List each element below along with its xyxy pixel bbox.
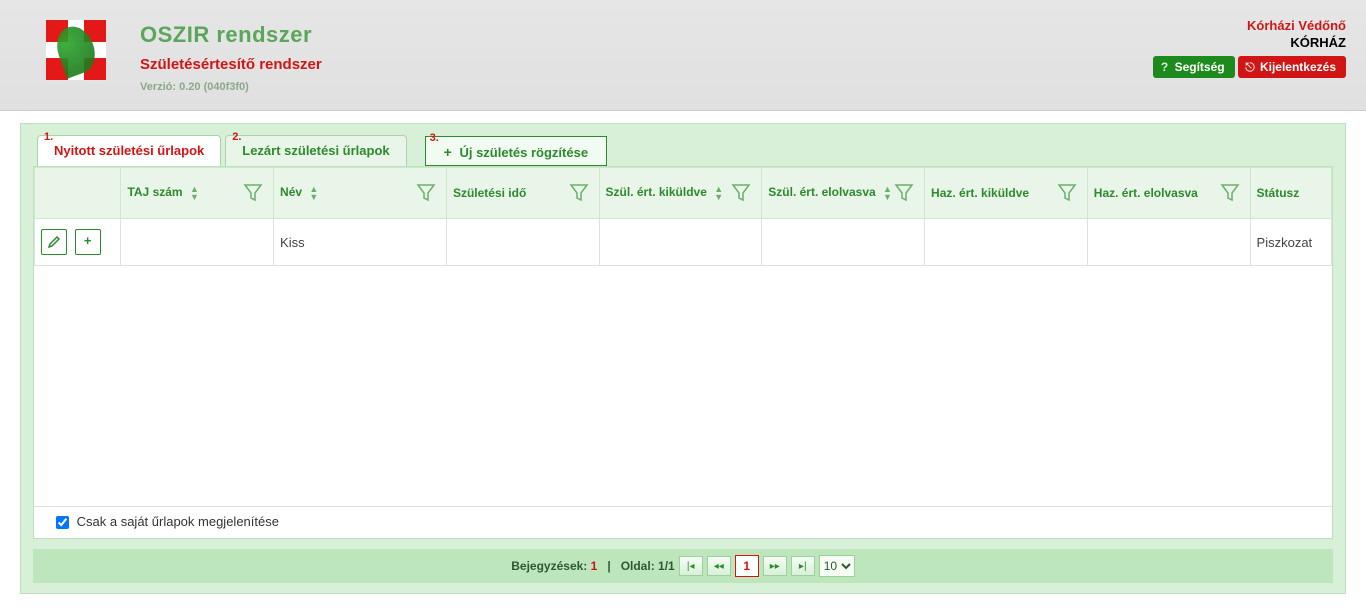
- logout-button[interactable]: ⎋Kijelentkezés: [1238, 56, 1346, 78]
- tab-open-forms[interactable]: 1. Nyitott születési űrlapok: [37, 135, 221, 166]
- app-subtitle: Születésértesítő rendszer: [140, 56, 322, 73]
- cell-szido: [446, 219, 599, 266]
- col-status-header: Státusz: [1250, 168, 1331, 219]
- pager-pagesize-select[interactable]: 10: [819, 555, 855, 577]
- user-place: KÓRHÁZ: [1153, 35, 1346, 50]
- add-row-button[interactable]: +: [75, 229, 101, 255]
- own-forms-checkbox[interactable]: [56, 516, 69, 529]
- app-title: OSZIR rendszer: [140, 22, 322, 48]
- entries-label: Bejegyzések: 1: [511, 559, 597, 573]
- new-birth-label: Új születés rögzítése: [459, 145, 588, 160]
- cell-nev: Kiss: [274, 219, 447, 266]
- table-row[interactable]: + Kiss Piszkozat: [35, 219, 1332, 266]
- col-taj-header[interactable]: TAJ szám ▲▼: [121, 168, 274, 219]
- filter-icon[interactable]: [731, 182, 751, 204]
- new-birth-number: 3.: [430, 123, 439, 153]
- cell-szo: [762, 219, 925, 266]
- tab-open-number: 1.: [44, 122, 53, 152]
- sort-icon[interactable]: ▲▼: [883, 185, 892, 201]
- pager: Bejegyzések: 1 | Oldal: 1/1 |◂ ◂◂ 1 ▸▸ ▸…: [33, 549, 1333, 583]
- cell-taj: [121, 219, 274, 266]
- pager-current-page[interactable]: 1: [735, 555, 759, 577]
- pager-first-button[interactable]: |◂: [679, 556, 703, 576]
- own-forms-text: Csak a saját űrlapok megjelenítése: [77, 514, 279, 529]
- edit-button[interactable]: [41, 229, 67, 255]
- own-forms-row: Csak a saját űrlapok megjelenítése: [34, 506, 1332, 538]
- sort-icon[interactable]: ▲▼: [714, 185, 723, 201]
- plus-icon: +: [444, 144, 456, 160]
- sort-icon[interactable]: ▲▼: [190, 185, 199, 201]
- sort-icon[interactable]: ▲▼: [309, 185, 318, 201]
- filter-icon[interactable]: [416, 182, 436, 204]
- col-hk-header[interactable]: Haz. ért. kiküldve: [925, 168, 1088, 219]
- filter-icon[interactable]: [1057, 182, 1077, 204]
- filter-icon[interactable]: [569, 182, 589, 204]
- tab-closed-number: 2.: [232, 122, 241, 152]
- filter-icon[interactable]: [1220, 182, 1240, 204]
- cell-ho: [1087, 219, 1250, 266]
- app-logo: [36, 20, 116, 94]
- cell-status: Piszkozat: [1250, 219, 1331, 266]
- page-label: Oldal: 1/1: [621, 559, 675, 573]
- col-szido-header[interactable]: Születési idő: [446, 168, 599, 219]
- data-table: TAJ szám ▲▼ Név ▲▼ Szüle: [34, 167, 1332, 266]
- logout-icon: ⎋: [1244, 56, 1256, 78]
- tab-closed-label: Lezárt születési űrlapok: [242, 143, 389, 158]
- tab-strip: 1. Nyitott születési űrlapok 2. Lezárt s…: [33, 124, 1333, 166]
- cell-szk: [599, 219, 762, 266]
- col-szo-header[interactable]: Szül. ért. elolvasva ▲▼: [762, 168, 925, 219]
- table-empty-area: [34, 266, 1332, 506]
- pager-last-button[interactable]: ▸|: [791, 556, 815, 576]
- filter-icon[interactable]: [243, 182, 263, 204]
- tab-closed-forms[interactable]: 2. Lezárt születési űrlapok: [225, 135, 406, 166]
- version-label: Verzió: 0.20 (040f3f0): [140, 81, 322, 93]
- pager-next-button[interactable]: ▸▸: [763, 556, 787, 576]
- tab-open-label: Nyitott születési űrlapok: [54, 143, 204, 158]
- col-szk-header[interactable]: Szül. ért. kiküldve ▲▼: [599, 168, 762, 219]
- new-birth-button[interactable]: 3. + Új születés rögzítése: [425, 136, 607, 166]
- main-panel: 1. Nyitott születési űrlapok 2. Lezárt s…: [20, 123, 1346, 594]
- filter-icon[interactable]: [894, 182, 914, 204]
- top-bar: OSZIR rendszer Születésértesítő rendszer…: [0, 0, 1366, 111]
- col-ho-header[interactable]: Haz. ért. elolvasva: [1087, 168, 1250, 219]
- cell-hk: [925, 219, 1088, 266]
- col-nev-header[interactable]: Név ▲▼: [274, 168, 447, 219]
- question-icon: ?: [1159, 56, 1171, 78]
- help-button[interactable]: ?Segítség: [1153, 56, 1235, 78]
- table-header-row: TAJ szám ▲▼ Név ▲▼ Szüle: [35, 168, 1332, 219]
- own-forms-label[interactable]: Csak a saját űrlapok megjelenítése: [52, 514, 279, 529]
- table-zone: TAJ szám ▲▼ Név ▲▼ Szüle: [33, 166, 1333, 539]
- user-role: Kórházi Védőnő: [1153, 18, 1346, 33]
- row-actions: +: [35, 219, 121, 266]
- pager-prev-button[interactable]: ◂◂: [707, 556, 731, 576]
- col-actions-header: [35, 168, 121, 219]
